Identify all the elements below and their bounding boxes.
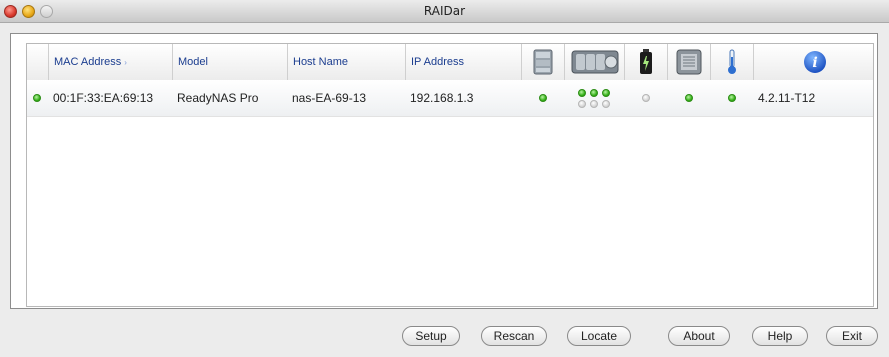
volume-status-cell (521, 80, 564, 116)
setup-button[interactable]: Setup (402, 326, 460, 346)
exit-button[interactable]: Exit (826, 326, 878, 346)
firmware-cell: 4.2.11-T12 (758, 91, 816, 105)
locate-button[interactable]: Locate (567, 326, 631, 346)
host-name-cell: nas-EA-69-13 (292, 91, 367, 105)
mac-address-cell: 00:1F:33:EA:69:13 (53, 91, 154, 105)
row-status-cell (27, 80, 48, 116)
device-table: MAC Address › Model Host Name IP Address (26, 43, 874, 307)
about-button[interactable]: About (668, 326, 730, 346)
ups-status-indicator (641, 94, 650, 102)
table-row[interactable]: 00:1F:33:EA:69:13 ReadyNAS Pro nas-EA-69… (27, 80, 873, 117)
header-status-column[interactable] (27, 44, 48, 80)
ups-status-cell (624, 80, 667, 116)
fan-status-cell (667, 80, 710, 116)
header-disks[interactable] (564, 44, 624, 80)
temperature-status-indicator (727, 94, 736, 102)
device-status-indicator (33, 94, 41, 102)
button-bar: Setup Rescan Locate About Help Exit (0, 312, 889, 357)
temperature-icon (728, 49, 736, 74)
model-cell: ReadyNAS Pro (177, 91, 259, 105)
disk-2-indicator (589, 88, 598, 97)
header-ip-label: IP Address (411, 56, 464, 68)
volume-icon (533, 49, 553, 75)
raidar-window: RAIDar MAC Address › Model Host Name IP … (0, 0, 889, 357)
disk-5-indicator (589, 99, 598, 108)
header-model-label: Model (178, 56, 208, 68)
header-host-label: Host Name (293, 56, 349, 68)
help-button[interactable]: Help (752, 326, 808, 346)
fan-icon (676, 49, 702, 75)
volume-status-indicator (538, 94, 547, 102)
header-firmware[interactable]: i (753, 44, 873, 80)
svg-text:i: i (812, 55, 817, 71)
header-ups[interactable] (624, 44, 667, 80)
header-fan[interactable] (667, 44, 710, 80)
device-list-panel: MAC Address › Model Host Name IP Address (10, 33, 878, 309)
rescan-button[interactable]: Rescan (481, 326, 547, 346)
disk-status-cell (564, 80, 624, 116)
fan-status-indicator (684, 94, 693, 102)
header-host-name[interactable]: Host Name (287, 44, 405, 80)
disks-icon (571, 50, 618, 74)
disk-6-indicator (601, 99, 610, 108)
disk-indicators (577, 88, 611, 108)
table-header: MAC Address › Model Host Name IP Address (27, 44, 873, 81)
disk-3-indicator (601, 88, 610, 97)
disk-4-indicator (577, 99, 586, 108)
title-bar[interactable]: RAIDar (0, 0, 889, 23)
header-ip-address[interactable]: IP Address (405, 44, 521, 80)
header-temperature[interactable] (710, 44, 753, 80)
header-mac-address[interactable]: MAC Address › (48, 44, 172, 80)
header-model[interactable]: Model (172, 44, 287, 80)
temperature-status-cell (710, 80, 753, 116)
header-volume[interactable] (521, 44, 564, 80)
window-title: RAIDar (423, 4, 466, 18)
disk-1-indicator (577, 88, 586, 97)
info-icon: i (803, 51, 826, 73)
sort-ascending-icon: › (124, 57, 127, 67)
ip-address-cell: 192.168.1.3 (410, 91, 474, 105)
battery-icon (640, 49, 652, 74)
header-mac-label: MAC Address (54, 56, 122, 68)
